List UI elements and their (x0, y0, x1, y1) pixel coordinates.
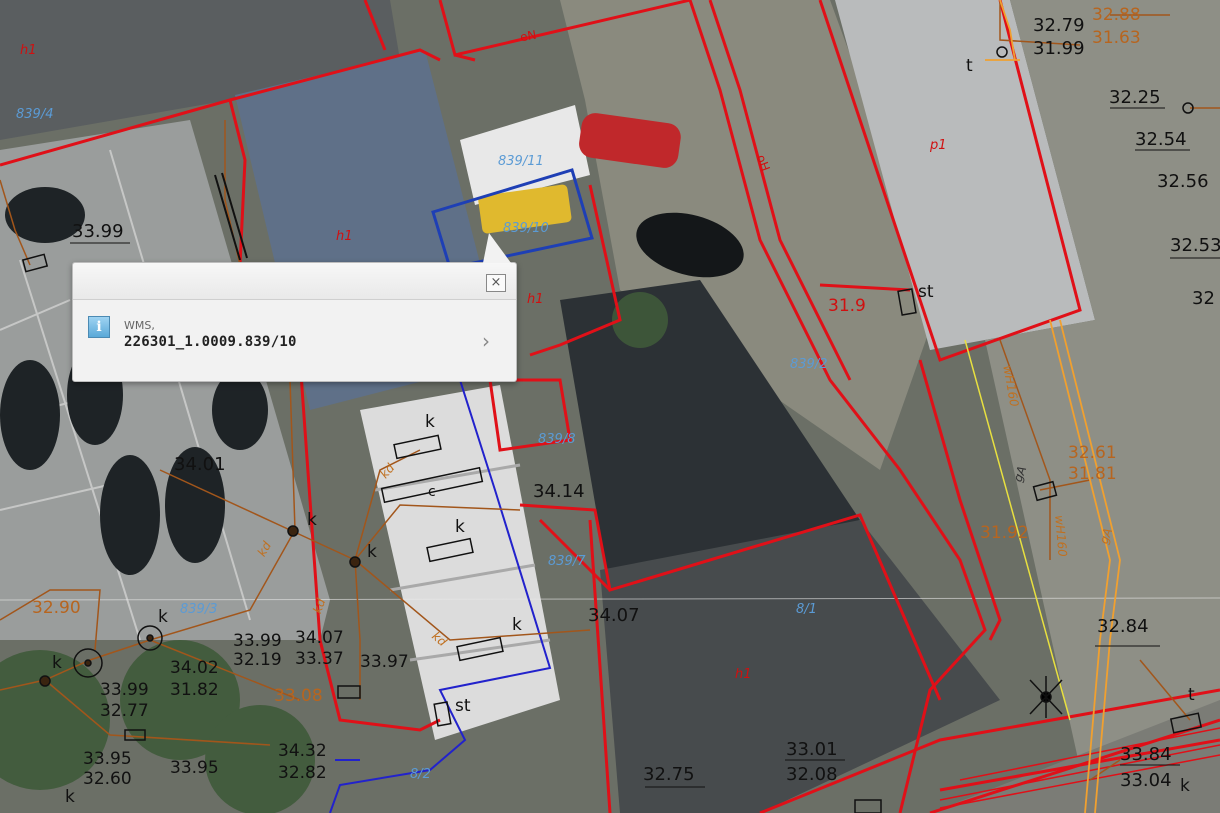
elevation-label: 34.02 (170, 658, 219, 678)
elevation-label: 33.97 (360, 652, 409, 672)
symbol-label: t (966, 56, 973, 76)
elevation-label: 33.99 (100, 680, 149, 700)
parcel-number: 839/3 (180, 602, 218, 617)
symbol-label: k (455, 517, 465, 537)
elevation-label: 32.79 (1033, 15, 1085, 36)
popup-source-label: WMS, (124, 319, 155, 332)
elevation-label: 34.01 (174, 454, 226, 475)
parcel-number: 839/7 (548, 554, 586, 569)
symbol-label: k (512, 615, 522, 635)
symbol-label: k (52, 653, 62, 673)
parcel-number: 839/2 (790, 357, 828, 372)
parcel-number: 839/8 (538, 432, 576, 447)
elevation-label-orange: 32.61 (1068, 443, 1117, 463)
parcel-number: 839/4 (16, 107, 54, 122)
info-icon: i (88, 316, 110, 338)
elevation-label: 31.99 (1033, 38, 1085, 59)
elevation-label: 33.99 (233, 631, 282, 651)
symbol-label: c (428, 484, 436, 500)
elevation-label: 32.54 (1135, 129, 1187, 150)
symbol-label: st (455, 696, 471, 716)
symbol-label: k (158, 607, 168, 627)
elevation-label: 32.82 (278, 763, 327, 783)
symbol-label: k (307, 510, 317, 530)
elevation-label: 32.60 (83, 769, 132, 789)
elevation-label: 33.01 (786, 739, 838, 760)
elevation-label-orange: 31.92 (980, 523, 1029, 543)
utility-tag: eN (518, 27, 538, 45)
elevation-label: 32.56 (1157, 171, 1209, 192)
popup-pointer (483, 233, 511, 263)
popup-header (73, 263, 516, 300)
parcel-number: 8/1 (796, 602, 817, 617)
elevation-label: 33.95 (83, 749, 132, 769)
feature-info-popup: × i WMS, 226301_1.0009.839/10 › (72, 233, 517, 382)
elevation-label: 33.99 (72, 221, 124, 242)
elevation-label: 33.95 (170, 758, 219, 778)
parcel-number: 839/11 (498, 154, 544, 169)
elevation-label: 31.82 (170, 680, 219, 700)
parcel-number: 8/2 (410, 767, 431, 782)
elevation-label: 32.77 (100, 701, 149, 721)
building-label: h1 (336, 229, 353, 244)
symbol-label: k (1180, 776, 1190, 796)
elevation-label: 34.14 (533, 481, 585, 502)
symbol-label: k (367, 542, 377, 562)
elevation-label: 32.75 (643, 764, 695, 785)
elevation-label: 33.84 (1120, 744, 1172, 765)
symbol-label: k (425, 412, 435, 432)
elevation-label-orange: 31.9 (828, 296, 866, 316)
elevation-label: 33.37 (295, 649, 344, 669)
symbol-label: st (918, 282, 934, 302)
elevation-label-orange: 32.90 (32, 598, 81, 618)
elevation-label-orange: 33.08 (274, 686, 323, 706)
building-label: h1 (527, 292, 544, 307)
map-view[interactable]: 33.99 34.01 34.14 34.07 33.99 32.19 34.0… (0, 0, 1220, 813)
elevation-label: 32.25 (1109, 87, 1161, 108)
building-label: h1 (20, 43, 37, 58)
close-icon[interactable]: × (486, 274, 506, 292)
elevation-label: 33.04 (1120, 770, 1172, 791)
elevation-label-orange: 31.81 (1068, 464, 1117, 484)
utility-tag: wH160 (1052, 514, 1070, 558)
elevation-label-orange: 31.63 (1092, 28, 1141, 48)
elevation-label: 32.19 (233, 650, 282, 670)
elevation-label: 32.53 (1170, 235, 1220, 256)
building-label: h1 (735, 667, 752, 682)
elevation-label: 32.84 (1097, 616, 1149, 637)
popup-feature-id[interactable]: 226301_1.0009.839/10 (124, 334, 297, 350)
elevation-label: 34.07 (588, 605, 640, 626)
symbol-label: k (65, 787, 75, 807)
elevation-label: 34.07 (295, 628, 344, 648)
elevation-label: 32 (1192, 288, 1215, 309)
building-label: p1 (930, 138, 947, 153)
elevation-label: 34.32 (278, 741, 327, 761)
elevation-label-orange: 32.88 (1092, 5, 1141, 25)
elevation-label: 32.08 (786, 764, 838, 785)
chevron-right-icon[interactable]: › (482, 329, 490, 353)
symbol-label: t (1188, 685, 1195, 705)
